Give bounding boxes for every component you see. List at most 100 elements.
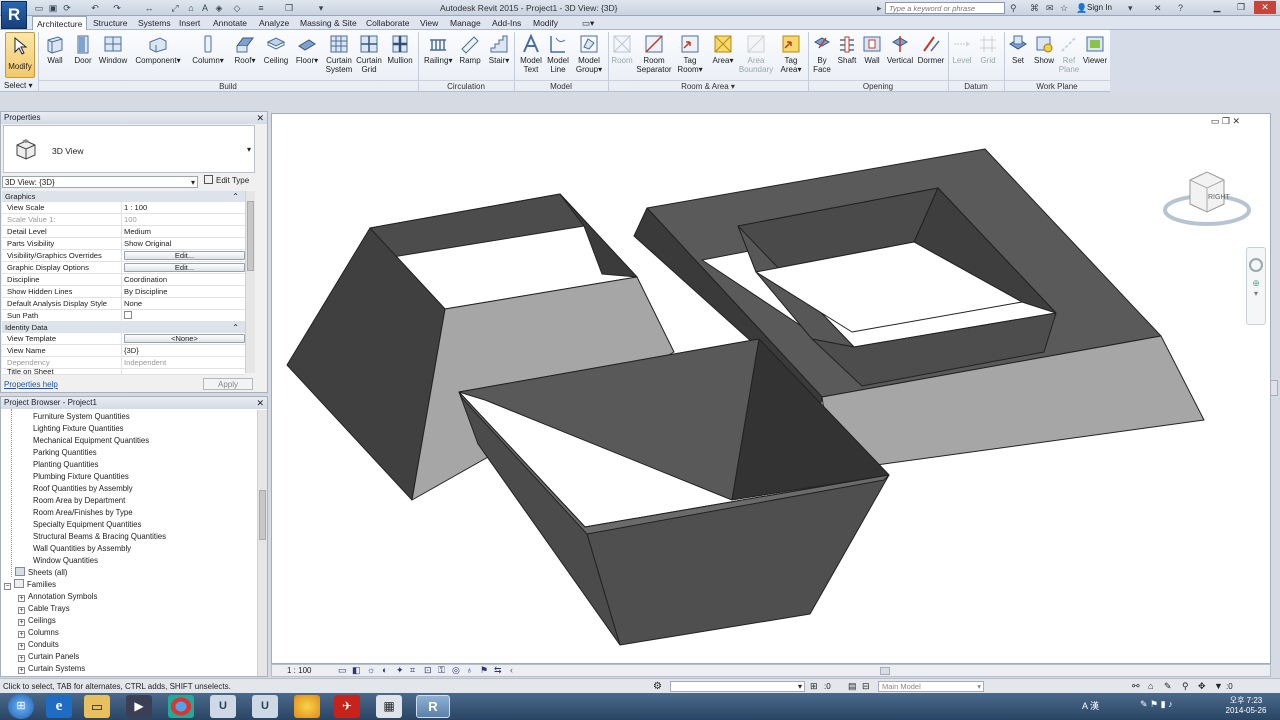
list-item[interactable]: Room Area/Finishes by Type (33, 507, 133, 519)
visual-style-icon[interactable]: ◧ (352, 665, 361, 676)
taskbar-clock[interactable]: 오후 7:23 2014-05-26 (1216, 696, 1276, 716)
shadows-icon[interactable]: ◐ (382, 665, 387, 675)
browser-scrollbar[interactable] (257, 410, 267, 676)
graphic-display-edit-button[interactable]: Edit... (124, 263, 245, 272)
favorites-star-icon[interactable]: ☆ (1060, 3, 1068, 13)
property-row[interactable]: View Scale 1 : 100 (2, 202, 245, 214)
shaft-button[interactable]: Shaft (834, 32, 860, 76)
ref-plane-button[interactable]: Ref Plane (1058, 32, 1080, 76)
ribbon-minimize-icon[interactable]: ▭▾ (578, 16, 598, 30)
expand-plus-icon[interactable]: + (18, 643, 25, 650)
taskbar-revit[interactable]: R (416, 695, 450, 718)
tab-manage[interactable]: Manage (446, 16, 485, 30)
dimension-icon[interactable]: ⤢ (170, 3, 180, 13)
viewport-vertical-scroll-thumb[interactable] (1270, 380, 1278, 396)
vertical-button[interactable]: Vertical (885, 32, 915, 76)
measure-icon[interactable]: ↔ (144, 3, 154, 13)
model-text-button[interactable]: Model Text (516, 32, 546, 76)
dormer-button[interactable]: Dormer (916, 32, 946, 76)
save-icon[interactable]: ▣ (48, 3, 58, 13)
subscription-icon[interactable]: ⌘ (1030, 3, 1039, 13)
tab-view[interactable]: View (416, 16, 442, 30)
tab-insert[interactable]: Insert (175, 16, 204, 30)
taskbar-acrobat[interactable]: ✈ (334, 695, 360, 718)
redo-icon[interactable]: ↷ (112, 3, 122, 13)
help-icon[interactable]: ? (1178, 3, 1183, 13)
vg-overrides-edit-button[interactable]: Edit... (124, 251, 245, 260)
start-button[interactable]: ⊞ (8, 694, 34, 719)
modify-button[interactable]: Modify (5, 32, 35, 78)
apply-button[interactable]: Apply (203, 378, 253, 390)
show-button[interactable]: Show (1030, 32, 1058, 76)
list-item[interactable]: Room Area by Department (33, 495, 125, 507)
curtain-grid-button[interactable]: Curtain Grid (355, 32, 383, 76)
group-identity-data[interactable]: Identity Data ⌃ (2, 322, 245, 333)
properties-close-icon[interactable]: ✕ (256, 112, 264, 124)
list-item[interactable]: Planting Quantities (33, 459, 98, 471)
set-button[interactable]: Set (1006, 32, 1030, 76)
list-item[interactable]: Mechanical Equipment Quantities (33, 435, 149, 447)
taskbar-chrome[interactable] (168, 695, 194, 718)
tab-annotate[interactable]: Annotate (209, 16, 251, 30)
section-icon[interactable]: ◇ (232, 3, 242, 13)
expand-plus-icon[interactable]: + (18, 619, 25, 626)
list-item[interactable]: + Ceilings (18, 615, 56, 627)
horizontal-scroll-thumb[interactable] (880, 667, 890, 675)
reveal-hidden-icon[interactable]: ♁ (466, 665, 473, 675)
design-options-icon[interactable]: ▤ (848, 679, 857, 694)
collapse-minus-icon[interactable]: − (4, 583, 11, 590)
taskbar-ie[interactable]: e (46, 695, 72, 718)
property-row[interactable]: View Name {3D} (2, 345, 245, 357)
crop-view-icon[interactable]: ⌗ (410, 665, 415, 676)
default-3d-view-icon[interactable]: ◈ (214, 3, 224, 13)
maximize-window-button[interactable]: ❐ (1230, 1, 1252, 14)
highlight-displacement-icon[interactable]: ⇆ (494, 665, 502, 676)
view-name-value[interactable]: {3D} (122, 345, 245, 356)
room-button[interactable]: Room (610, 32, 634, 76)
view-template-button[interactable]: <None> (124, 334, 245, 343)
tab-structure[interactable]: Structure (89, 16, 132, 30)
expand-plus-icon[interactable]: + (18, 631, 25, 638)
select-dropdown[interactable]: Select ▾ (4, 81, 32, 90)
tab-modify[interactable]: Modify (529, 16, 562, 30)
view-scale-control[interactable]: 1 : 100 (287, 666, 311, 675)
tab-architecture[interactable]: Architecture (32, 16, 88, 30)
analysis-style-value[interactable]: None (122, 298, 245, 309)
list-item[interactable]: + Conduits (18, 639, 59, 651)
list-item[interactable]: + Cable Trays (18, 603, 70, 615)
viewer-button[interactable]: Viewer (1082, 32, 1108, 76)
tag-room-button[interactable]: Tag Room▾ (676, 32, 704, 76)
list-item[interactable]: + Curtain Panels (18, 651, 79, 663)
property-row[interactable]: Default Analysis Display Style None (2, 298, 245, 310)
exclude-options-icon[interactable]: ⊟ (862, 679, 870, 694)
list-item[interactable]: Plumbing Fixture Quantities (33, 471, 129, 483)
scroll-left-icon[interactable]: ‹ (510, 665, 513, 675)
list-item[interactable]: Specialty Equipment Quantities (33, 519, 141, 531)
close-window-button[interactable]: ✕ (1254, 1, 1276, 14)
list-item[interactable]: Wall Quantities by Assembly (33, 543, 131, 555)
taskbar-app-2[interactable]: U (252, 695, 278, 718)
tree-node-families[interactable]: − Families (4, 579, 56, 591)
ceiling-button[interactable]: Ceiling (261, 32, 291, 76)
room-separator-button[interactable]: Room Separator (636, 32, 672, 76)
tag-icon[interactable]: ⌂ (186, 3, 196, 13)
window-button[interactable]: Window (97, 32, 129, 76)
select-underlay-icon[interactable]: ⌂ (1148, 679, 1153, 694)
room-area-panel-label[interactable]: Room & Area ▾ (608, 80, 808, 91)
list-item[interactable]: Lighting Fixture Quantities (33, 423, 124, 435)
view-scale-value[interactable]: 1 : 100 (122, 202, 245, 213)
wall-button[interactable]: Wall (42, 32, 68, 76)
title-on-sheet-value[interactable] (122, 369, 245, 374)
list-item[interactable]: Roof Quantities by Assembly (33, 483, 133, 495)
component-button[interactable]: Component▾ (133, 32, 183, 76)
hidden-lines-value[interactable]: By Discipline (122, 286, 245, 297)
property-row[interactable]: Parts Visibility Show Original (2, 238, 245, 250)
curtain-system-button[interactable]: Curtain System (324, 32, 354, 76)
select-by-face-icon[interactable]: ⚲ (1182, 679, 1189, 694)
roof-button[interactable]: Roof▾ (232, 32, 258, 76)
select-pinned-icon[interactable]: ✎ (1164, 679, 1172, 694)
list-item[interactable]: Furniture System Quantities (33, 411, 130, 423)
undo-icon[interactable]: ↶ (90, 3, 100, 13)
mullion-button[interactable]: Mullion (385, 32, 415, 76)
design-option-dropdown[interactable]: Main Model ▾ (878, 681, 984, 692)
